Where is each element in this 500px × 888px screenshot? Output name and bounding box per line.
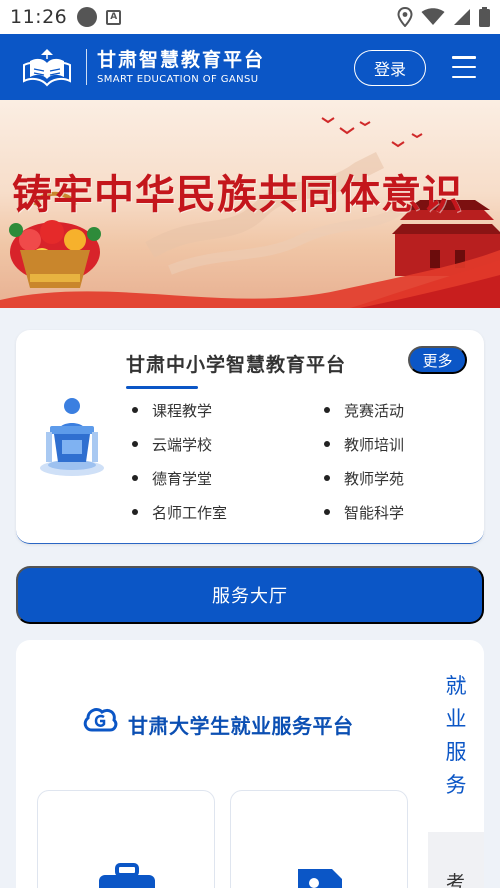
hamburger-menu-icon[interactable] [452,56,476,78]
platform-logo-icon [23,49,71,87]
link-teacher-training[interactable]: 教师培训 [324,434,464,454]
banner-headline: 铸牢中华民族共同体意识 [12,171,463,218]
briefcase-icon [99,863,155,888]
a-notification-icon: A [106,9,122,25]
link-smart-science[interactable]: 智能科学 [324,502,464,522]
card-title: 甘肃中小学智慧教育平台 [126,354,347,376]
link-competitions[interactable]: 竞赛活动 [324,400,464,420]
circle-notification-icon [77,7,98,27]
login-button[interactable]: 登录 [354,50,426,86]
header-divider [86,49,87,85]
battery-icon [479,7,490,27]
teacher-podium-icon [40,398,104,476]
link-course-teaching[interactable]: 课程教学 [132,400,324,420]
k12-platform-card: 甘肃中小学智慧教育平台 更多 课程教学 竞赛活动 云端学校 教师培训 德育学堂 … [16,330,484,544]
link-teacher-academy[interactable]: 教师学苑 [324,468,464,488]
wifi-icon [421,8,445,25]
brand-block: 甘肃智慧教育平台 SMART EDUCATION OF GANSU [97,49,265,85]
link-cloud-school[interactable]: 云端学校 [132,434,324,454]
status-bar: 11:26 A [0,0,500,34]
signal-icon [454,9,470,25]
link-master-teacher-studio[interactable]: 名师工作室 [132,502,324,522]
link-moral-education[interactable]: 德育学堂 [132,468,324,488]
jobs-platform-logo-icon [83,708,118,732]
service-hall-button[interactable]: 服务大厅 [16,566,484,624]
profile-card-icon [298,869,342,888]
hero-banner[interactable]: 铸牢中华民族共同体意识 [0,100,500,308]
status-time: 11:26 [10,6,68,28]
service-tile-jobs[interactable] [37,790,215,888]
tab-exams[interactable]: 考 [428,832,484,888]
brand-title-en: SMART EDUCATION OF GANSU [97,74,259,85]
more-button[interactable]: 更多 [408,346,467,374]
location-icon [397,7,413,27]
jobs-platform-title[interactable]: 甘肃大学生就业服务平台 [128,710,354,739]
service-tile-profile[interactable] [230,790,408,888]
card-title-underline [126,386,198,389]
platform-link-grid: 课程教学 竞赛活动 云端学校 教师培训 德育学堂 教师学苑 名师工作室 智能科学 [132,400,462,522]
brand-title-cn: 甘肃智慧教育平台 [97,49,266,71]
tab-employment-services[interactable]: 就 业 服 务 [442,670,470,802]
app-header: 甘肃智慧教育平台 SMART EDUCATION OF GANSU 登录 [0,34,500,100]
